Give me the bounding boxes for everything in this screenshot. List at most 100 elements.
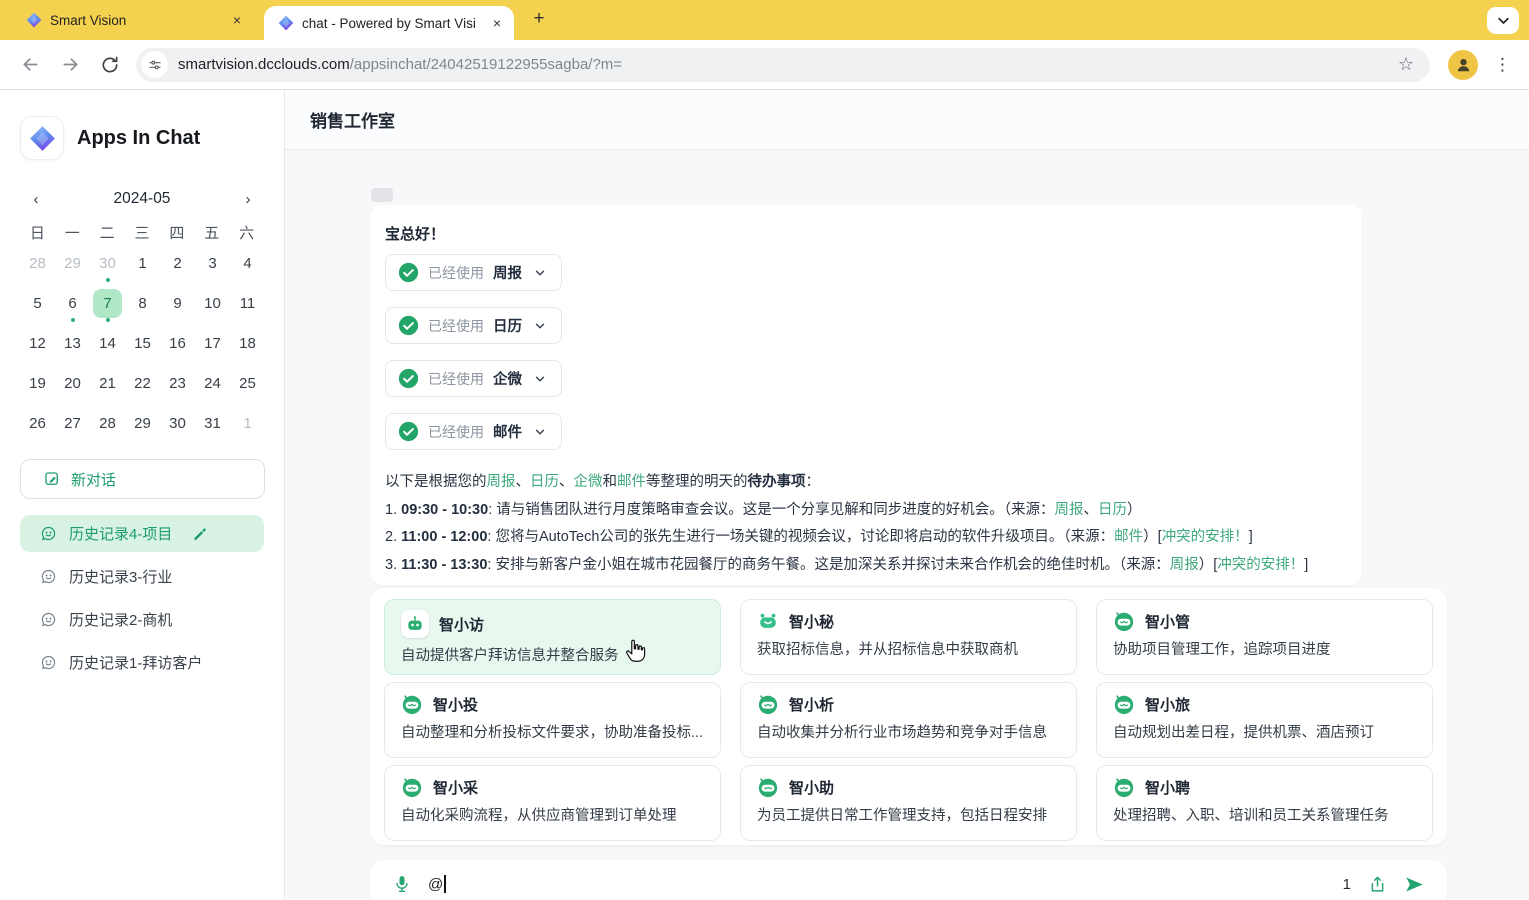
calendar-day[interactable]: 8: [125, 283, 160, 323]
calendar-day[interactable]: 29: [55, 243, 90, 283]
calendar-day[interactable]: 23: [160, 363, 195, 403]
calendar-day[interactable]: 3: [195, 243, 230, 283]
history-item[interactable]: 历史记录4-项目: [20, 515, 264, 552]
calendar-day[interactable]: 27: [55, 403, 90, 443]
agents-panel: 智小访 自动提供客户拜访信息并整合服务 智小秘 获取招标信息，并从招标信息中获取…: [370, 588, 1447, 845]
calendar-day[interactable]: 25: [230, 363, 265, 403]
calendar-day[interactable]: 26: [20, 403, 55, 443]
address-bar[interactable]: smartvision.dcclouds.com/appsinchat/2404…: [136, 48, 1430, 82]
microphone-icon[interactable]: [392, 874, 412, 894]
calendar-day[interactable]: 28: [20, 243, 55, 283]
source-link[interactable]: 周报: [1170, 557, 1199, 573]
history-item[interactable]: 历史记录1-拜访客户: [20, 644, 264, 681]
calendar-day[interactable]: 13: [55, 323, 90, 363]
calendar-prev-icon[interactable]: ‹: [26, 191, 46, 208]
calendar-day[interactable]: 31: [195, 403, 230, 443]
profile-avatar[interactable]: [1448, 50, 1478, 80]
edit-pencil-icon[interactable]: [192, 526, 208, 542]
calendar-next-icon[interactable]: ›: [238, 191, 258, 208]
source-link[interactable]: 冲突的安排！: [1162, 529, 1249, 545]
calendar-day[interactable]: 2: [160, 243, 195, 283]
share-upload-icon[interactable]: [1368, 875, 1387, 894]
agent-desc: 自动规划出差日程，提供机票、酒店预订: [1113, 721, 1416, 742]
calendar-day[interactable]: 6: [55, 283, 90, 323]
back-button[interactable]: [13, 48, 47, 82]
message-input-bar[interactable]: @ 1: [370, 860, 1447, 899]
reload-button[interactable]: [93, 48, 127, 82]
event-dot: [106, 278, 110, 282]
source-link[interactable]: 日历: [530, 474, 559, 490]
agent-card[interactable]: 智小助 为员工提供日常工作管理支持，包括日程安排: [740, 765, 1077, 841]
source-link[interactable]: 周报: [1055, 502, 1084, 518]
calendar-day[interactable]: 29: [125, 403, 160, 443]
agent-card[interactable]: 智小投 自动整理和分析投标文件要求，协助准备投标...: [384, 682, 721, 758]
event-dot: [106, 318, 110, 322]
bookmark-star-icon[interactable]: ☆: [1392, 54, 1420, 75]
close-tab-icon[interactable]: ×: [228, 11, 246, 29]
calendar-day[interactable]: 7: [90, 283, 125, 323]
used-app-chip[interactable]: 已经使用 日历: [385, 307, 562, 344]
source-link[interactable]: 企微: [574, 474, 603, 490]
calendar-day[interactable]: 16: [160, 323, 195, 363]
url-domain: smartvision.dcclouds.com: [178, 56, 350, 73]
agent-name: 智小访: [439, 614, 484, 635]
calendar-day[interactable]: 20: [55, 363, 90, 403]
page-title: 销售工作室: [310, 107, 395, 132]
new-tab-button[interactable]: +: [526, 6, 552, 32]
close-tab-icon[interactable]: ×: [488, 14, 506, 32]
calendar-day[interactable]: 10: [195, 283, 230, 323]
calendar-day[interactable]: 22: [125, 363, 160, 403]
forward-button[interactable]: [53, 48, 87, 82]
agent-card[interactable]: 智小秘 获取招标信息，并从招标信息中获取商机: [740, 599, 1077, 675]
calendar-day[interactable]: 24: [195, 363, 230, 403]
history-item[interactable]: 历史记录2-商机: [20, 601, 264, 638]
agent-card[interactable]: 智小访 自动提供客户拜访信息并整合服务: [384, 599, 721, 675]
source-link[interactable]: 邮件: [617, 474, 646, 490]
new-chat-label: 新对话: [71, 469, 116, 490]
calendar-day[interactable]: 14: [90, 323, 125, 363]
agent-card[interactable]: 智小采 自动化采购流程，从供应商管理到订单处理: [384, 765, 721, 841]
browser-toolbar: smartvision.dcclouds.com/appsinchat/2404…: [0, 40, 1529, 90]
agent-card[interactable]: 智小管 协助项目管理工作，追踪项目进度: [1096, 599, 1433, 675]
source-link[interactable]: 邮件: [1114, 529, 1143, 545]
chat-bubble-icon: [40, 568, 57, 585]
calendar-day[interactable]: 19: [20, 363, 55, 403]
new-chat-button[interactable]: 新对话: [20, 459, 265, 499]
calendar-day[interactable]: 1: [125, 243, 160, 283]
source-link[interactable]: 周报: [487, 474, 516, 490]
calendar-day[interactable]: 21: [90, 363, 125, 403]
message-input[interactable]: @: [428, 875, 446, 893]
url-text[interactable]: smartvision.dcclouds.com/appsinchat/2404…: [178, 56, 1392, 73]
assistant-message-card: 宝总好！ 已经使用 周报 已经使用 日历 已经使用 企微: [370, 205, 1362, 585]
browser-menu-icon[interactable]: ⋮: [1486, 55, 1519, 75]
calendar-day[interactable]: 28: [90, 403, 125, 443]
calendar-day[interactable]: 17: [195, 323, 230, 363]
calendar-day[interactable]: 15: [125, 323, 160, 363]
calendar-day[interactable]: 30: [160, 403, 195, 443]
calendar-day[interactable]: 18: [230, 323, 265, 363]
calendar-day[interactable]: 9: [160, 283, 195, 323]
calendar-day[interactable]: 1: [230, 403, 265, 443]
agent-card[interactable]: 智小旅 自动规划出差日程，提供机票、酒店预订: [1096, 682, 1433, 758]
calendar-day[interactable]: 11: [230, 283, 265, 323]
robot-circle-icon: [1113, 610, 1135, 632]
agent-name: 智小析: [789, 694, 834, 715]
used-app-chip[interactable]: 已经使用 邮件: [385, 413, 562, 450]
history-item[interactable]: 历史记录3-行业: [20, 558, 264, 595]
source-link[interactable]: 日历: [1098, 502, 1127, 518]
send-icon[interactable]: [1404, 874, 1425, 895]
calendar-day[interactable]: 4: [230, 243, 265, 283]
agent-card[interactable]: 智小析 自动收集并分析行业市场趋势和竞争对手信息: [740, 682, 1077, 758]
tab-chat-active[interactable]: chat - Powered by Smart Visi ×: [264, 6, 514, 40]
used-app-chip[interactable]: 已经使用 企微: [385, 360, 562, 397]
used-app-chip[interactable]: 已经使用 周报: [385, 254, 562, 291]
tab-smart-vision[interactable]: Smart Vision ×: [10, 0, 256, 40]
calendar-day[interactable]: 5: [20, 283, 55, 323]
site-info-icon[interactable]: [141, 51, 168, 78]
calendar-day[interactable]: 12: [20, 323, 55, 363]
agent-card[interactable]: 智小聘 处理招聘、入职、培训和员工关系管理任务: [1096, 765, 1433, 841]
tab-list-chevron-button[interactable]: [1487, 7, 1519, 34]
calendar-day[interactable]: 30: [90, 243, 125, 283]
chevron-down-icon: [533, 319, 547, 333]
source-link[interactable]: 冲突的安排！: [1217, 557, 1304, 573]
